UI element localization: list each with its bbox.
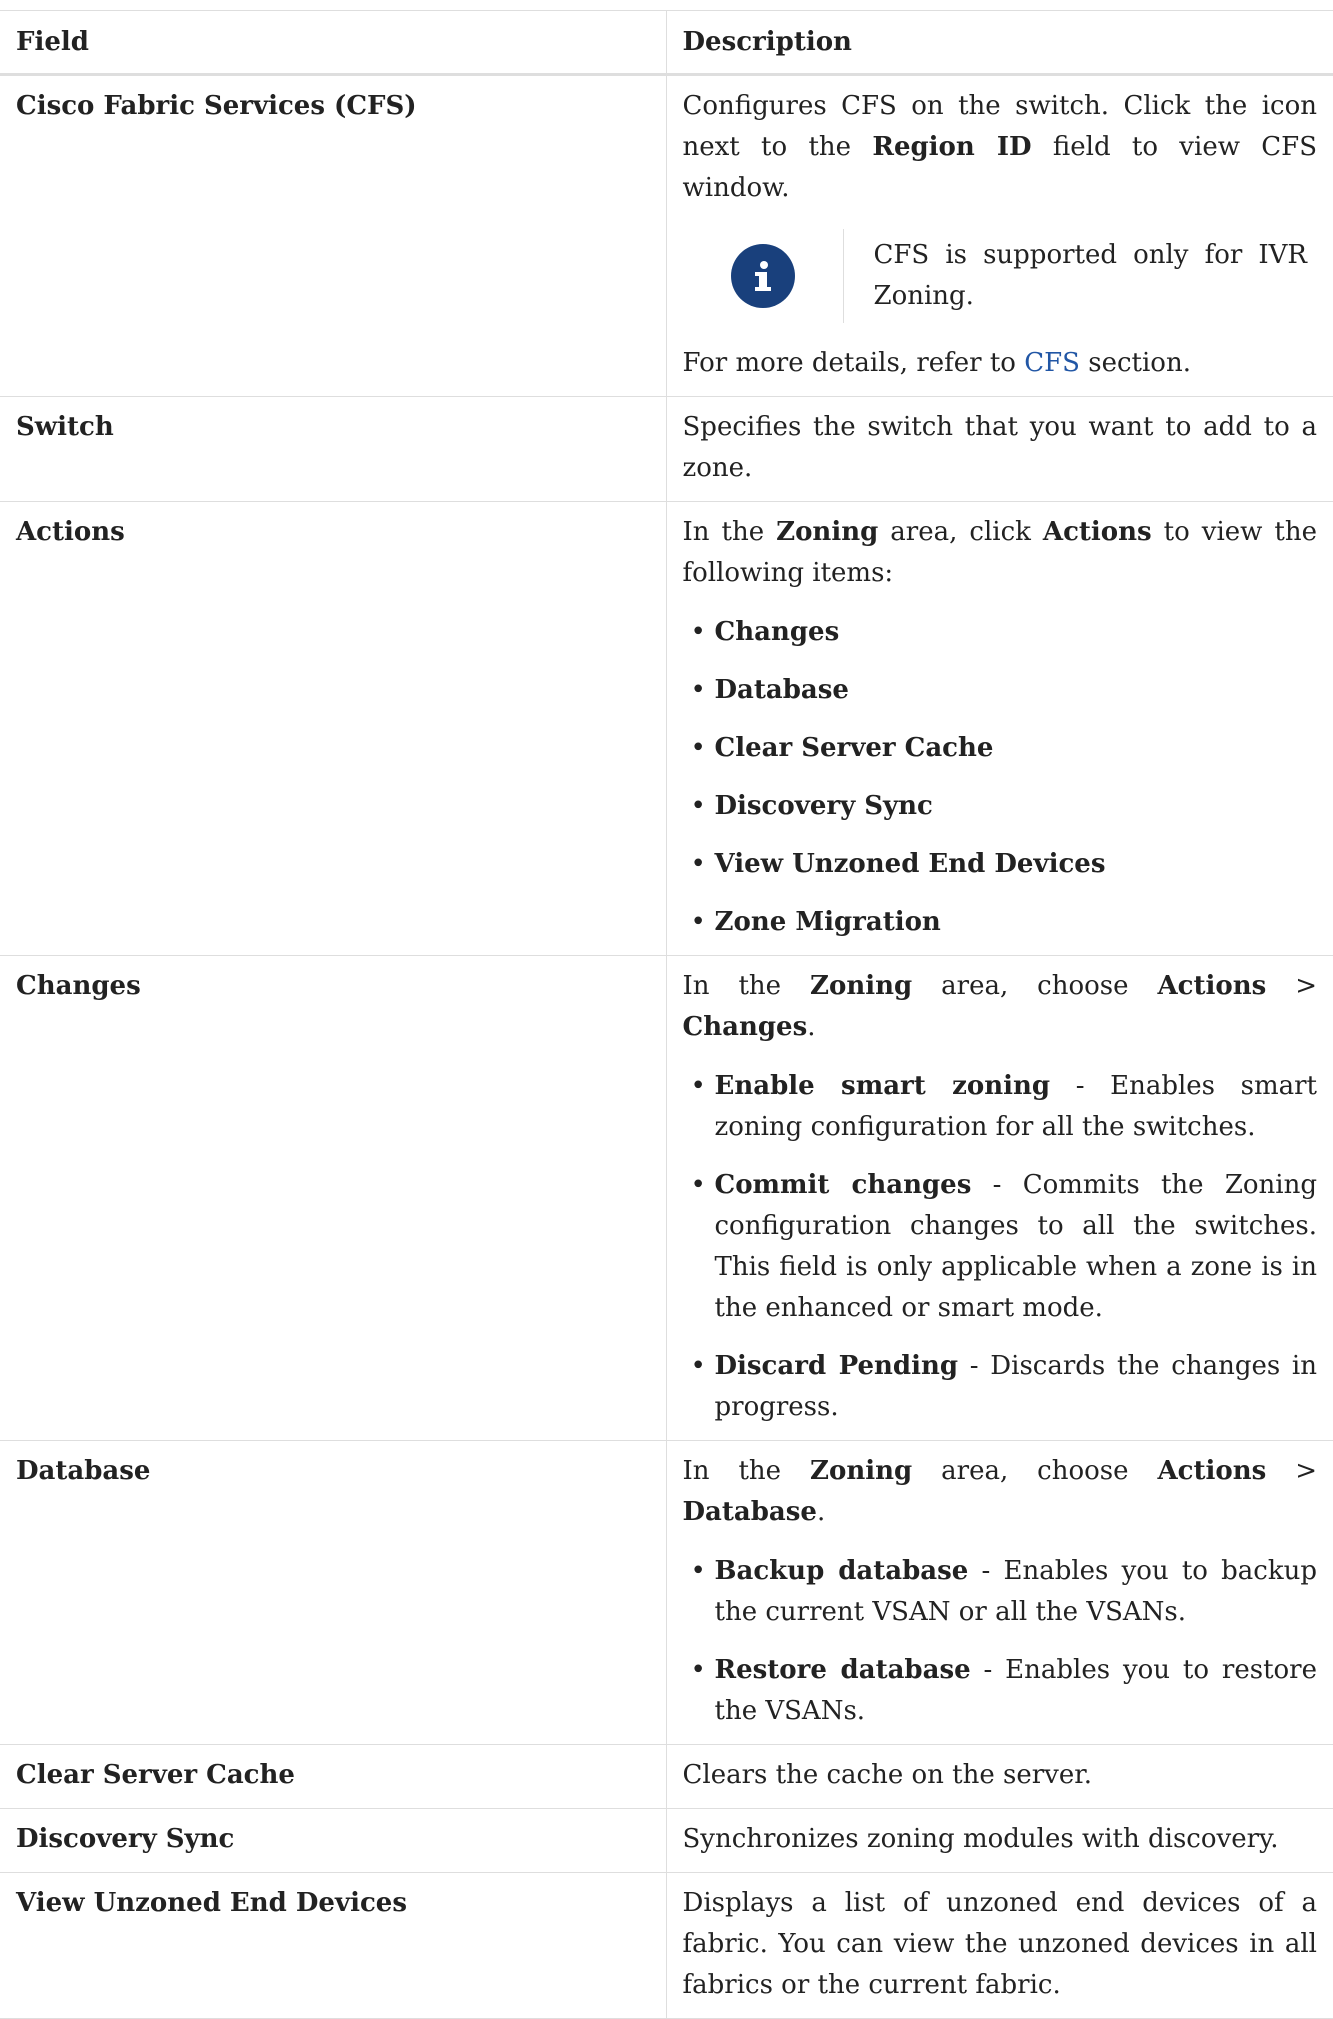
field-cell: Database [0,1440,666,1745]
list-item: Discard Pending - Discards the changes i… [691,1346,1317,1428]
field-cell: Actions [0,501,666,956]
description-cell: Clears the cache on the server. [665,1744,1333,1809]
field-cell: View Unzoned End Devices [0,1872,666,2019]
table-row: Actions In the Zoning area, click Action… [0,501,1333,956]
description-cell: In the Zoning area, choose Actions > Cha… [665,955,1333,1441]
fields-table: Field Description Cisco Fabric Services … [0,10,1333,2019]
note-icon-cell [683,229,844,323]
list-item: Clear Server Cache [691,728,1318,769]
bold-text: Zoning [776,517,879,547]
database-list: Backup database - Enables you to backup … [683,1551,1317,1732]
text: area, choose [912,971,1158,1001]
bold-text: View Unzoned End Devices [714,849,1106,879]
bold-text: Clear Server Cache [714,733,994,763]
text: area, click [878,517,1043,547]
list-item: Zone Migration [691,902,1318,943]
note-text: CFS is supported only for IVR Zoning. [873,240,1308,311]
bold-text: Actions [1157,1456,1267,1486]
field-cell: Cisco Fabric Services (CFS) [0,74,666,397]
description-cell: Synchronizes zoning modules with discove… [665,1808,1333,1873]
paragraph: In the Zoning area, click Actions to vie… [683,512,1318,594]
paragraph: In the Zoning area, choose Actions > Dat… [683,1451,1318,1533]
table-row: Discovery Sync Synchronizes zoning modul… [0,1808,1333,1873]
text: In the [682,971,810,1001]
field-cell: Changes [0,955,666,1441]
field-cell: Clear Server Cache [0,1744,666,1809]
bold-text: Database [714,675,849,705]
table-row: Cisco Fabric Services (CFS) Configures C… [0,74,1333,397]
bold-text: Actions [1157,971,1267,1001]
text: > [1266,1456,1317,1486]
bold-text: Zone Migration [714,907,941,937]
field-cell: Switch [0,396,666,502]
paragraph: In the Zoning area, choose Actions > Cha… [683,966,1318,1048]
bold-text: Zoning [810,1456,913,1486]
bold-text: Discovery Sync [714,791,933,821]
text: In the [682,517,777,547]
table-row: Database In the Zoning area, choose Acti… [0,1440,1333,1745]
description-cell: Specifies the switch that you want to ad… [665,396,1333,502]
bold-text: Restore database [714,1655,971,1685]
header-row: Field Description [0,10,1333,76]
list-item: Discovery Sync [691,786,1318,827]
description-cell: In the Zoning area, choose Actions > Dat… [665,1440,1333,1745]
bold-text: Discard Pending [714,1351,959,1381]
bold-text: Backup database [714,1556,969,1586]
text: > [1266,971,1317,1001]
text: section. [1079,348,1191,378]
paragraph: Configures CFS on the switch. Click the … [683,86,1318,209]
table-row: Switch Specifies the switch that you wan… [0,396,1333,502]
bold-text: Changes [682,1012,808,1042]
list-item: Restore database - Enables you to restor… [691,1650,1317,1732]
text: area, choose [912,1456,1158,1486]
text: . [807,1012,816,1042]
cfs-link[interactable]: CFS [1024,348,1080,378]
list-item: Database [691,670,1318,711]
list-item: Commit changes - Commits the Zoning conf… [691,1165,1317,1329]
description-cell: In the Zoning area, click Actions to vie… [665,501,1333,956]
text: . [816,1497,826,1527]
changes-list: Enable smart zoning - Enables smart zoni… [683,1066,1317,1428]
text: In the [682,1456,810,1486]
list-item: View Unzoned End Devices [691,844,1318,885]
header-description: Description [665,10,1333,76]
field-cell: Discovery Sync [0,1808,666,1873]
description-cell: Displays a list of unzoned end devices o… [665,1872,1333,2019]
actions-list: Changes Database Clear Server Cache Disc… [683,612,1318,943]
table-row: Changes In the Zoning area, choose Actio… [0,955,1333,1441]
list-item: Changes [691,612,1318,653]
table-row: View Unzoned End Devices Displays a list… [0,1872,1333,2019]
bold-text: Actions [1042,517,1152,547]
description-cell: Configures CFS on the switch. Click the … [665,74,1333,397]
bold-text: Database [682,1497,817,1527]
bold-text: Enable smart zoning [714,1071,1051,1101]
list-item: Enable smart zoning - Enables smart zoni… [691,1066,1317,1148]
bold-text: Commit changes [714,1170,972,1200]
paragraph: For more details, refer to CFS section. [683,343,1318,384]
bold-text: Changes [714,617,840,647]
bold-text: Zoning [810,971,913,1001]
note-admonition: CFS is supported only for IVR Zoning. [683,229,1318,323]
table-row: Clear Server Cache Clears the cache on t… [0,1744,1333,1809]
info-icon [730,244,795,308]
header-field: Field [0,10,666,76]
text: For more details, refer to [682,348,1025,378]
bold-text: Region ID [872,132,1032,162]
list-item: Backup database - Enables you to backup … [691,1551,1317,1633]
